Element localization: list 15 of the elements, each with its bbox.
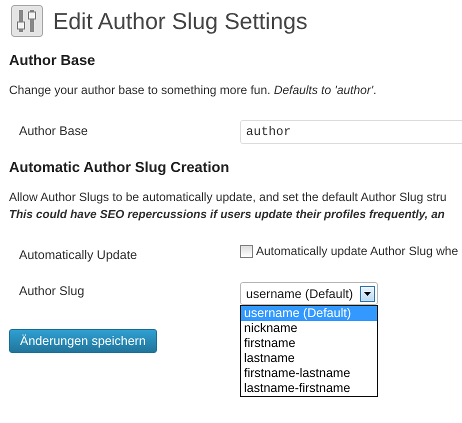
- field-label: Author Base: [19, 123, 89, 138]
- save-button[interactable]: Änderungen speichern: [9, 329, 157, 353]
- section-heading: Author Base: [9, 53, 96, 69]
- checkbox[interactable]: [240, 244, 253, 258]
- page-title: Edit Author Slug Settings: [53, 8, 308, 34]
- author-slug-select[interactable]: username (Default): [240, 282, 378, 305]
- field-label: Automatically Update: [19, 247, 138, 262]
- checkbox-label: Automatically update Author Slug whe: [256, 244, 458, 258]
- warning-text: This could have SEO repercussions if users update their profiles frequently, an: [9, 207, 446, 222]
- section-description: Allow Author Slugs to be automatically update, and set the default Author Slug stru: [9, 190, 448, 205]
- field-label: Author Slug: [19, 283, 86, 298]
- settings-icon: [11, 5, 43, 37]
- section-description: Change your author base to something more fun. Defaults to 'author'.: [9, 83, 378, 98]
- section-heading: Automatic Author Slug Creation: [9, 160, 230, 176]
- author-base-field[interactable]: author: [240, 120, 462, 144]
